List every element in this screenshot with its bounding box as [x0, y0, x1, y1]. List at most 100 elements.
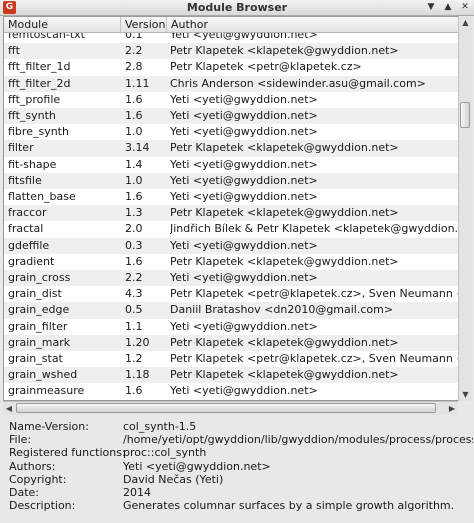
table-row[interactable]: grain_mark 1.20 Petr Klapetek <klapetek@gw… — [4, 334, 458, 351]
version-cell: 1.6 — [125, 254, 143, 268]
table-row[interactable]: fitsfile 1.0 Yeti <yeti@gwyddion.net> — [4, 172, 458, 189]
table-row[interactable]: fft_synth 1.6 Yeti <yeti@gwyddion.net> — [4, 108, 458, 125]
detail-value: Generates columnar surfaces by a simple … — [123, 499, 455, 513]
list-header: Module Version Author — [4, 17, 458, 33]
table-row[interactable]: fraccor 1.3 Petr Klapetek <klapetek@gwyddi… — [4, 205, 458, 222]
module-cell: grain_edge — [8, 303, 70, 317]
module-cell: fitsfile — [8, 173, 42, 187]
module-cell: grain_stat — [8, 352, 63, 365]
close-icon[interactable]: ✕ — [457, 1, 473, 14]
detail-label: Name-Version: — [9, 420, 89, 433]
maximize-icon[interactable]: ▲ — [440, 1, 456, 14]
vertical-scroll-thumb[interactable] — [460, 102, 470, 128]
detail-label: Copyright: — [9, 472, 67, 486]
table-row[interactable]: femtoscan-txt 0.1 Yeti <yeti@gwyddion.net> — [4, 33, 458, 43]
author-cell: Petr Klapetek <klapetek@gwyddion.net> — [170, 335, 399, 349]
version-cell: 2.0 — [125, 222, 143, 236]
table-row[interactable]: fft 2.2 Petr Klapetek <klapetek@gwyddion.n… — [4, 43, 458, 60]
scroll-right-icon[interactable]: ▶ — [446, 402, 458, 415]
column-header-author[interactable]: Author — [167, 17, 458, 32]
module-cell: fft_synth — [8, 109, 56, 122]
scroll-up-icon[interactable]: ▲ — [459, 16, 472, 29]
module-cell: femtoscan-txt — [8, 33, 85, 41]
table-row[interactable]: grain_edge 0.5 Daniil Bratashov <dn2010@gm… — [4, 302, 458, 319]
author-cell: Chris Anderson <sidewinder.asu@gmail.com… — [170, 76, 426, 90]
table-row[interactable]: fft_filter_2d 1.11 Chris Anderson <sidewin… — [4, 75, 458, 92]
detail-row: Description: Generates columnar surfaces … — [9, 499, 471, 512]
version-cell: 3.14 — [125, 141, 150, 155]
table-row[interactable]: filter 3.14 Petr Klapetek <klapetek@gwyddi… — [4, 140, 458, 157]
scroll-left-icon[interactable]: ◀ — [3, 402, 15, 415]
version-cell: 1.2 — [125, 352, 143, 365]
detail-value: Yeti <yeti@gwyddion.net> — [123, 459, 271, 473]
author-cell: Yeti <yeti@gwyddion.net> — [170, 109, 318, 122]
table-row[interactable]: grain_filter 1.1 Yeti <yeti@gwyddion.net> — [4, 319, 458, 335]
module-cell: grainmeasure — [8, 384, 85, 398]
author-cell: Petr Klapetek <klapetek@gwyddion.net> — [170, 206, 399, 220]
vertical-scrollbar[interactable]: ▲ ▼ — [458, 16, 472, 401]
table-row[interactable]: grain_cross 2.2 Yeti <yeti@gwyddion.net> — [4, 270, 458, 287]
horizontal-scroll-thumb[interactable] — [16, 403, 436, 413]
table-row[interactable]: gradient 1.6 Petr Klapetek <klapetek@gwydd… — [4, 254, 458, 270]
author-cell: Petr Klapetek <petr@klapetek.cz> — [170, 60, 362, 74]
detail-value: David Nečas (Yeti) — [123, 472, 224, 486]
module-cell: fit-shape — [8, 157, 57, 171]
module-cell: filter — [8, 141, 34, 155]
author-cell: Yeti <yeti@gwyddion.net> — [170, 190, 318, 203]
module-cell: grain_cross — [8, 271, 71, 284]
version-cell: 1.0 — [125, 125, 143, 139]
column-header-module[interactable]: Module — [4, 17, 121, 32]
author-cell: Yeti <yeti@gwyddion.net> — [170, 271, 318, 284]
author-cell: Yeti <yeti@gwyddion.net> — [170, 92, 318, 106]
horizontal-scrollbar[interactable]: ◀ ▶ — [3, 401, 458, 415]
version-cell: 1.3 — [125, 206, 143, 220]
version-cell: 2.8 — [125, 60, 143, 74]
author-cell: Petr Klapetek <klapetek@gwyddion.net> — [170, 44, 399, 58]
module-cell: fraccor — [8, 206, 47, 220]
author-cell: Yeti <yeti@gwyddion.net> — [170, 33, 318, 41]
module-cell: grain_dist — [8, 287, 62, 301]
author-cell: Yeti <yeti@gwyddion.net> — [170, 319, 318, 333]
minimize-icon[interactable]: ▼ — [423, 1, 439, 14]
author-cell: Yeti <yeti@gwyddion.net> — [170, 125, 318, 139]
detail-value: /home/yeti/opt/gwyddion/lib/gwyddion/mod… — [123, 433, 473, 447]
version-cell: 1.20 — [125, 335, 150, 349]
detail-value: proc::col_synth — [123, 446, 207, 460]
module-cell: fft_filter_2d — [8, 76, 71, 90]
detail-label: Registered functions: — [9, 446, 126, 460]
window-titlebar[interactable]: G Module Browser ▼ ▲ ✕ — [0, 0, 474, 16]
table-row[interactable]: flatten_base 1.6 Yeti <yeti@gwyddion.net> — [4, 189, 458, 205]
detail-row: File: /home/yeti/opt/gwyddion/lib/gwyddio… — [9, 433, 473, 447]
detail-row: Date: 2014 — [9, 486, 471, 499]
table-row[interactable]: fft_profile 1.6 Yeti <yeti@gwyddion.net> — [4, 92, 458, 108]
table-row[interactable]: fibre_synth 1.0 Yeti <yeti@gwyddion.net> — [4, 124, 458, 140]
version-cell: 1.6 — [125, 384, 143, 398]
detail-value: col_synth-1.5 — [123, 420, 197, 433]
detail-label: File: — [9, 433, 32, 447]
module-cell: fft_filter_1d — [8, 60, 71, 74]
table-row[interactable]: fractal 2.0 Jindřich Bílek & Petr Klapetek… — [4, 221, 458, 237]
table-row[interactable]: gdeffile 0.3 Yeti <yeti@gwyddion.net> — [4, 237, 458, 254]
author-cell: Petr Klapetek <petr@klapetek.cz>, Sven N… — [170, 352, 458, 365]
table-row[interactable]: fft_filter_1d 2.8 Petr Klapetek <petr@klap… — [4, 59, 458, 75]
author-cell: Yeti <yeti@gwyddion.net> — [170, 157, 318, 171]
module-cell: flatten_base — [8, 190, 76, 203]
module-cell: gradient — [8, 254, 55, 268]
table-row[interactable]: grain_stat 1.2 Petr Klapetek <petr@klapete… — [4, 351, 458, 367]
detail-row: Authors: Yeti <yeti@gwyddion.net> — [9, 460, 471, 473]
module-cell: fibre_synth — [8, 125, 69, 139]
version-cell: 0.5 — [125, 303, 143, 317]
version-cell: 1.1 — [125, 319, 143, 333]
table-row[interactable]: grainmeasure 1.6 Yeti <yeti@gwyddion.net> — [4, 383, 458, 399]
author-cell: Yeti <yeti@gwyddion.net> — [170, 238, 318, 252]
module-cell: grain_filter — [8, 319, 68, 333]
table-row[interactable]: fit-shape 1.4 Yeti <yeti@gwyddion.net> — [4, 157, 458, 173]
module-list[interactable]: Module Version Author femtoscan-txt 0.1 Ye… — [3, 16, 459, 401]
detail-row: Registered functions: proc::col_synth — [9, 446, 471, 459]
column-header-version[interactable]: Version — [121, 17, 167, 32]
table-row[interactable]: grain_dist 4.3 Petr Klapetek <petr@klapete… — [4, 286, 458, 302]
table-row[interactable]: grain_wshed 1.18 Petr Klapetek <klapetek@g… — [4, 367, 458, 384]
module-rows: femtoscan-txt 0.1 Yeti <yeti@gwyddion.net>… — [4, 33, 458, 400]
detail-row: Copyright: David Nečas (Yeti) — [9, 473, 471, 486]
scroll-down-icon[interactable]: ▼ — [459, 388, 472, 401]
